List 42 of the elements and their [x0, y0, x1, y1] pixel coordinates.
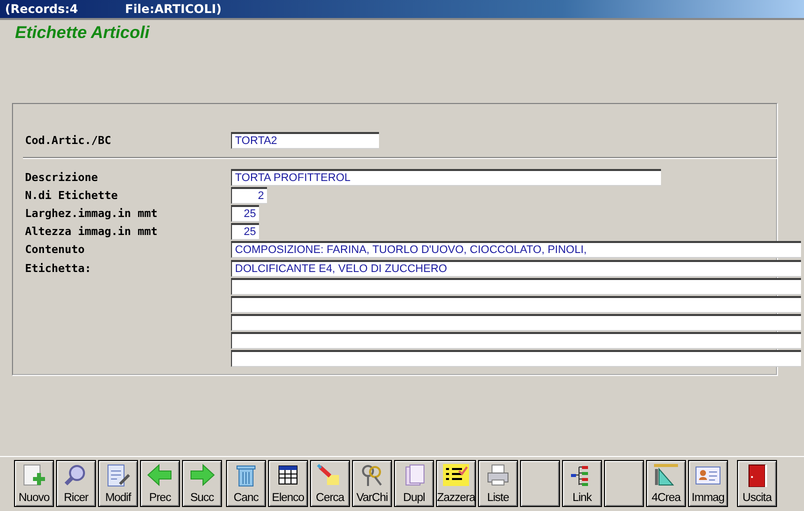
toolbar-button[interactable]: Ricer	[56, 460, 96, 507]
input-field[interactable]: 25	[231, 223, 259, 240]
toolbar-button[interactable]: Liste	[478, 460, 518, 507]
input-field[interactable]	[231, 296, 801, 313]
toolbar-button[interactable]: Immag	[688, 460, 728, 507]
field-label: Cod.Artic./BC	[25, 134, 112, 146]
toolbar-button[interactable]: Prec	[140, 460, 180, 507]
window-title: File:ARTICOLI)	[125, 2, 222, 16]
toolbar-button[interactable]: Link	[562, 460, 602, 507]
blank-button[interactable]	[604, 460, 644, 507]
checklist-icon	[441, 463, 471, 487]
toolbar-button[interactable]: Zazzera	[436, 460, 476, 507]
window-title: (Records:4	[5, 2, 80, 16]
toolbar-button[interactable]: Cerca	[310, 460, 350, 507]
input-field[interactable]	[231, 314, 801, 332]
input-field[interactable]: DOLCIFICANTE E4, VELO DI ZUCCHERO	[231, 260, 801, 277]
input-field[interactable]	[231, 278, 801, 295]
toolbar-button[interactable]: Modif	[98, 460, 138, 507]
form-title: Etichette Articoli	[15, 23, 150, 43]
drafting-tools-icon	[651, 463, 681, 487]
input-field[interactable]: COMPOSIZIONE: FARINA, TUORLO D'UOVO, CIOCCOLATO, PINOLI,	[231, 241, 801, 258]
toolbar-button[interactable]: Dupl	[394, 460, 434, 507]
input-field[interactable]: 2	[231, 186, 267, 204]
field-label: Altezza immag.in mmt	[25, 225, 158, 238]
input-field[interactable]	[231, 350, 801, 368]
input-field[interactable]: 25	[231, 204, 259, 222]
toolbar-button[interactable]: Nuovo	[14, 460, 54, 507]
toolbar-button[interactable]: VarChi	[352, 460, 392, 507]
blank-button[interactable]	[520, 460, 560, 507]
input-field[interactable]: TORTA2	[231, 132, 379, 148]
toolbar-button[interactable]: Canc	[226, 460, 266, 507]
field-label: Contenuto	[25, 243, 85, 256]
field-label: N.di Etichette	[25, 188, 118, 202]
toolbar-button[interactable]: Succ	[182, 460, 222, 507]
field-label: Larghez.immag.in mmt	[25, 206, 158, 220]
input-field[interactable]	[231, 332, 801, 350]
toolbar-button[interactable]: Elenco	[268, 460, 308, 507]
field-label: Descrizione	[25, 170, 98, 184]
input-field[interactable]: TORTA PROFITTEROL	[231, 168, 661, 186]
field-label: Etichetta:	[25, 262, 92, 275]
toolbar-button[interactable]: 4Crea	[646, 460, 686, 507]
exit-button[interactable]: Uscita	[737, 460, 777, 507]
